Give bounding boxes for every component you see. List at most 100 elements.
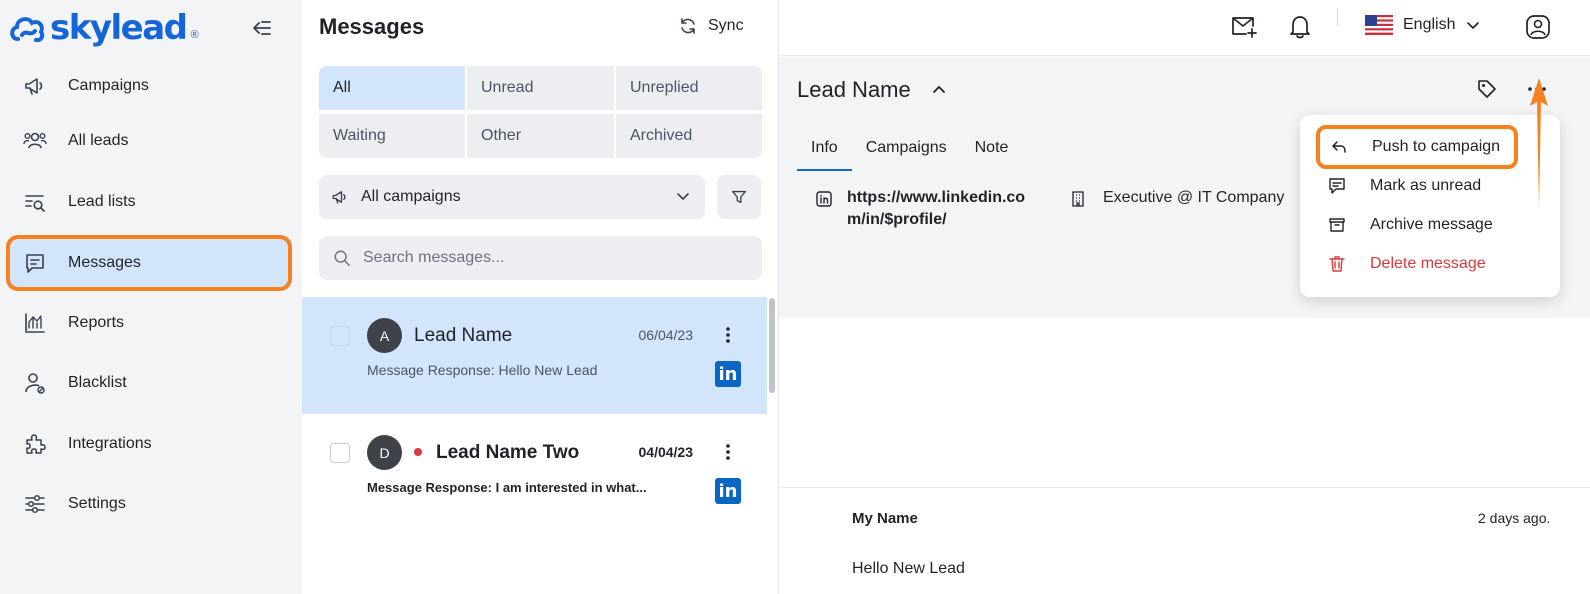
conversation-date: 04/04/23: [638, 444, 694, 460]
search-box: [319, 236, 762, 280]
filter-button[interactable]: [717, 175, 761, 219]
filter-tab-archived[interactable]: Archived: [616, 114, 762, 158]
sync-label: Sync: [708, 17, 744, 34]
lead-job: Executive @ IT Company: [1069, 187, 1284, 209]
sidebar-item-lead-lists[interactable]: Lead lists: [8, 176, 292, 228]
tab-info[interactable]: Info: [797, 133, 852, 171]
page-title: Messages: [319, 14, 425, 39]
message-time: 2 days ago.: [1478, 510, 1551, 526]
menu-item-delete-message[interactable]: Delete message: [1300, 246, 1560, 282]
sync-icon: [681, 18, 695, 34]
vertical-dots-icon[interactable]: [718, 325, 738, 345]
filter-tab-unread[interactable]: Unread: [467, 66, 614, 110]
conversation-name: Lead Name Two: [436, 442, 580, 463]
filter-icon: [732, 190, 746, 204]
filter-tab-unreplied[interactable]: Unreplied: [616, 66, 762, 110]
messages-panel: Messages Sync All Unread Unreplied Waiti…: [302, 0, 779, 594]
menu-item-push-to-campaign[interactable]: Push to campaign: [1316, 125, 1518, 169]
sidebar-item-label: Messages: [68, 254, 141, 271]
chevron-up-icon[interactable]: [931, 82, 947, 98]
language-select[interactable]: English: [1365, 15, 1481, 35]
users-icon: [22, 128, 48, 154]
sidebar-item-label: All leads: [68, 132, 129, 149]
sidebar-item-label: Reports: [68, 314, 125, 331]
top-bar: English: [779, 0, 1590, 56]
linkedin-outline-icon: [816, 191, 832, 207]
collapse-sidebar-icon[interactable]: [250, 16, 274, 40]
tab-campaigns[interactable]: Campaigns: [852, 133, 961, 171]
sidebar-item-integrations[interactable]: Integrations: [8, 418, 292, 470]
sidebar-item-label: Campaigns: [68, 77, 149, 94]
tag-icon[interactable]: [1476, 78, 1498, 100]
conversation-checkbox[interactable]: [330, 443, 350, 463]
logo-text: skylead: [50, 8, 188, 48]
chart-icon: [22, 310, 48, 336]
sidebar-item-blacklist[interactable]: Blacklist: [8, 357, 292, 409]
sidebar-item-label: Blacklist: [68, 374, 127, 391]
conversation-item[interactable]: A Lead Name 06/04/23 Message Response: H…: [302, 297, 767, 414]
logo-registered-mark: ®: [190, 29, 199, 41]
linkedin-url-text: https://www.linkedin.com/in/$profile/: [847, 189, 1026, 228]
us-flag-icon: [1365, 15, 1393, 35]
archive-icon: [1329, 218, 1345, 232]
conversation-preview: Message Response: I am interested in wha…: [367, 480, 647, 495]
message-icon: [22, 250, 48, 276]
lead-title: Lead Name: [797, 77, 947, 103]
sidebar-item-all-leads[interactable]: All leads: [8, 115, 292, 167]
megaphone-icon: [332, 191, 346, 204]
vertical-dots-icon[interactable]: [718, 442, 738, 462]
sidebar-item-reports[interactable]: Reports: [8, 297, 292, 349]
menu-item-label: Delete message: [1370, 255, 1486, 272]
linkedin-url[interactable]: https://www.linkedin.com/in/$profile/: [815, 187, 1037, 231]
megaphone-icon: [22, 73, 48, 99]
menu-item-archive-message[interactable]: Archive message: [1300, 207, 1560, 243]
linkedin-icon: in: [715, 478, 741, 504]
conversation-name: Lead Name: [414, 325, 513, 346]
mark-unread-icon: [1329, 178, 1345, 194]
sliders-icon: [22, 491, 48, 517]
conversation-date: 06/04/23: [638, 327, 694, 343]
divider: [779, 487, 1590, 488]
compose-mail-icon[interactable]: [1231, 14, 1259, 40]
campaign-select[interactable]: All campaigns: [319, 175, 705, 219]
sidebar-item-label: Lead lists: [68, 193, 136, 210]
reply-arrow-icon: [1332, 141, 1346, 153]
message-body: Hello New Lead: [852, 560, 965, 577]
lead-name: Lead Name: [797, 77, 911, 102]
avatar: D: [367, 435, 402, 470]
search-icon: [334, 250, 350, 266]
divider: [1337, 8, 1338, 26]
avatar: A: [367, 318, 402, 353]
bell-icon[interactable]: [1288, 14, 1312, 40]
lead-job-text: Executive @ IT Company: [1103, 189, 1285, 206]
chevron-down-icon: [677, 193, 689, 200]
filter-tab-waiting[interactable]: Waiting: [319, 114, 465, 158]
sidebar-item-messages[interactable]: Messages: [6, 235, 292, 291]
sidebar-item-label: Integrations: [68, 435, 152, 452]
menu-item-mark-as-unread[interactable]: Mark as unread: [1300, 168, 1560, 204]
message-sender: My Name: [852, 510, 918, 527]
scrollbar[interactable]: [769, 298, 775, 393]
conversation-checkbox[interactable]: [330, 326, 350, 346]
pointer-arrow-icon: [1530, 78, 1548, 208]
lead-detail-panel: English Lead Name Info Campaigns Note ht…: [779, 0, 1590, 594]
conversation-item[interactable]: D Lead Name Two 04/04/23 Message Respons…: [302, 414, 767, 531]
language-label: English: [1403, 16, 1456, 33]
filter-tab-all[interactable]: All: [319, 66, 465, 110]
filter-tab-other[interactable]: Other: [467, 114, 614, 158]
sidebar-item-campaigns[interactable]: Campaigns: [8, 60, 292, 112]
building-icon: [1072, 191, 1084, 207]
search-input[interactable]: [363, 249, 743, 267]
sync-button[interactable]: Sync: [678, 16, 744, 36]
sidebar-item-settings[interactable]: Settings: [8, 478, 292, 530]
chevron-down-icon: [1467, 22, 1480, 29]
tab-note[interactable]: Note: [961, 133, 1023, 171]
user-block-icon: [22, 370, 48, 396]
sidebar-item-label: Settings: [68, 495, 126, 512]
menu-item-label: Archive message: [1370, 216, 1493, 233]
puzzle-icon: [22, 431, 48, 457]
user-profile-icon[interactable]: [1525, 14, 1551, 40]
skylead-logo[interactable]: skylead ®: [8, 8, 199, 48]
unread-indicator: [414, 448, 422, 456]
menu-item-label: Mark as unread: [1370, 177, 1482, 194]
